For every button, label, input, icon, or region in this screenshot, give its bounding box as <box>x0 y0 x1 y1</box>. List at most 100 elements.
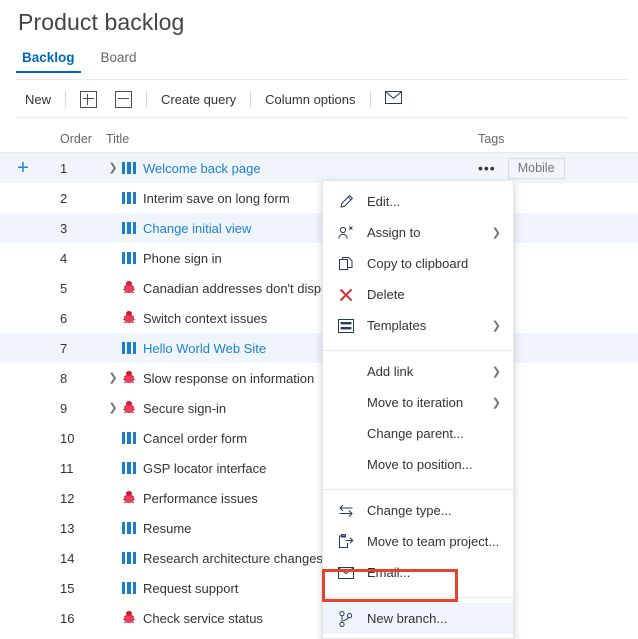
user-story-icon <box>122 461 136 475</box>
work-item-title[interactable]: Canadian addresses don't disp <box>143 281 321 296</box>
work-item-title[interactable]: Slow response on information <box>143 371 314 386</box>
command-toolbar: New Create query Column options <box>16 84 411 114</box>
pencil-icon <box>337 194 355 209</box>
menu-item-label: Move to team project... <box>367 534 500 549</box>
chevron-right-icon[interactable]: ❯ <box>106 372 120 384</box>
grid-header-row: Order Title Tags <box>0 126 638 153</box>
new-button[interactable]: New <box>16 84 60 114</box>
work-item-title[interactable]: Resume <box>143 521 191 536</box>
user-story-icon <box>122 251 136 265</box>
menu-item-assign-to[interactable]: Assign to ❯ <box>323 217 513 248</box>
work-item-title[interactable]: Performance issues <box>143 491 258 506</box>
swap-icon <box>337 504 355 517</box>
menu-item-delete[interactable]: Delete <box>323 279 513 310</box>
menu-item-move-to-iteration[interactable]: Move to iteration ❯ <box>323 387 513 418</box>
table-row[interactable]: 4❯Phone sign in <box>0 243 638 273</box>
column-header-title[interactable]: Title <box>106 132 478 146</box>
cell-order: 11 <box>60 460 74 476</box>
menu-item-add-link[interactable]: Add link ❯ <box>323 356 513 387</box>
envelope-icon <box>384 91 402 107</box>
table-row[interactable]: 12❯Performance issues <box>0 483 638 513</box>
menu-item-move-to-team-project[interactable]: Move to team project... <box>323 526 513 557</box>
menu-item-label: Add link <box>367 364 414 379</box>
user-story-icon <box>122 431 136 445</box>
table-row[interactable]: 16❯Check service status <box>0 603 638 633</box>
plus-box-icon <box>80 90 98 108</box>
work-item-title[interactable]: Research architecture changes <box>143 551 323 566</box>
menu-separator <box>323 350 513 351</box>
table-row[interactable]: 5❯Canadian addresses don't disp <box>0 273 638 303</box>
work-item-title[interactable]: Phone sign in <box>143 251 222 266</box>
minus-box-icon <box>115 90 133 108</box>
work-item-title[interactable]: Hello World Web Site <box>143 341 266 356</box>
page-title: Product backlog <box>18 9 185 35</box>
menu-item-move-to-position[interactable]: Move to position... <box>323 449 513 480</box>
toolbar-divider <box>146 91 148 107</box>
table-row[interactable]: 9 ❯ Secure sign-in <box>0 393 638 423</box>
table-row[interactable]: 14❯Research architecture changes <box>0 543 638 573</box>
work-item-title[interactable]: Request support <box>143 581 238 596</box>
email-button[interactable] <box>376 84 411 114</box>
table-row[interactable]: 8 ❯ Slow response on information <box>0 363 638 393</box>
bug-icon <box>122 281 136 295</box>
backlog-grid: Order Title Tags +1 ❯ Welcome back page •••… <box>0 126 638 633</box>
menu-group: Edit... Assign to ❯ Copy to clipboard Delete… <box>323 186 513 345</box>
bug-icon <box>122 371 136 385</box>
column-header-order[interactable]: Order <box>46 132 106 146</box>
work-item-title[interactable]: Change initial view <box>143 221 251 236</box>
table-row[interactable]: 7❯Hello World Web Site <box>0 333 638 363</box>
cell-order: 3 <box>60 220 68 236</box>
bug-icon <box>122 401 136 415</box>
table-row[interactable]: 3 ❯ Change initial view <box>0 213 638 243</box>
work-item-title[interactable]: Welcome back page <box>143 161 261 176</box>
templates-icon <box>337 318 355 333</box>
work-item-title[interactable]: Switch context issues <box>143 311 267 326</box>
tabs-divider <box>16 79 628 80</box>
row-add-handle[interactable]: + <box>0 158 46 178</box>
menu-item-edit[interactable]: Edit... <box>323 186 513 217</box>
user-story-icon <box>122 221 136 235</box>
collapse-all-button[interactable] <box>106 84 141 114</box>
tag-pill[interactable]: Mobile <box>507 157 565 179</box>
table-row[interactable]: +1 ❯ Welcome back page ••• Mobile <box>0 153 638 183</box>
plus-icon[interactable]: + <box>17 158 29 178</box>
tab-backlog[interactable]: Backlog <box>16 50 81 73</box>
work-item-title[interactable]: Interim save on long form <box>143 191 290 206</box>
toolbar-divider <box>250 91 252 107</box>
create-query-button[interactable]: Create query <box>152 84 245 114</box>
menu-item-new-branch[interactable]: New branch... <box>323 603 513 634</box>
menu-item-label: Edit... <box>367 194 401 209</box>
table-row[interactable]: 11❯GSP locator interface <box>0 453 638 483</box>
bug-icon <box>122 611 136 625</box>
tab-board[interactable]: Board <box>95 50 143 73</box>
menu-item-change-type[interactable]: Change type... <box>323 495 513 526</box>
table-row[interactable]: 15❯Request support <box>0 573 638 603</box>
work-item-context-menu[interactable]: Edit... Assign to ❯ Copy to clipboard Delete… <box>322 180 514 639</box>
person-icon <box>337 225 355 240</box>
menu-group: New branch... <box>323 603 513 638</box>
column-header-tags[interactable]: Tags <box>478 132 638 146</box>
row-ellipsis-menu-button[interactable]: ••• <box>478 161 496 175</box>
expand-all-button[interactable] <box>71 84 106 114</box>
work-item-title[interactable]: Check service status <box>143 611 263 626</box>
table-row[interactable]: 6 ❯ Switch context issues <box>0 303 638 333</box>
bug-icon <box>122 311 136 325</box>
chevron-right-icon[interactable]: ❯ <box>106 402 120 414</box>
work-item-title[interactable]: Cancel order form <box>143 431 247 446</box>
menu-item-templates[interactable]: Templates ❯ <box>323 310 513 341</box>
table-row[interactable]: 2❯Interim save on long form <box>0 183 638 213</box>
table-row[interactable]: 10❯Cancel order form <box>0 423 638 453</box>
menu-item-email[interactable]: Email... <box>323 557 513 588</box>
user-story-icon <box>122 161 136 175</box>
work-item-title[interactable]: Secure sign-in <box>143 401 226 416</box>
table-row[interactable]: 13❯Resume <box>0 513 638 543</box>
menu-separator <box>323 597 513 598</box>
menu-item-copy-to-clipboard[interactable]: Copy to clipboard <box>323 248 513 279</box>
column-options-button[interactable]: Column options <box>256 84 364 114</box>
chevron-right-icon[interactable]: ❯ <box>106 162 120 174</box>
toolbar-divider <box>65 91 67 107</box>
menu-item-label: Copy to clipboard <box>367 256 469 271</box>
menu-item-change-parent[interactable]: Change parent... <box>323 418 513 449</box>
work-item-title[interactable]: GSP locator interface <box>143 461 266 476</box>
chevron-right-icon: ❯ <box>491 227 501 239</box>
